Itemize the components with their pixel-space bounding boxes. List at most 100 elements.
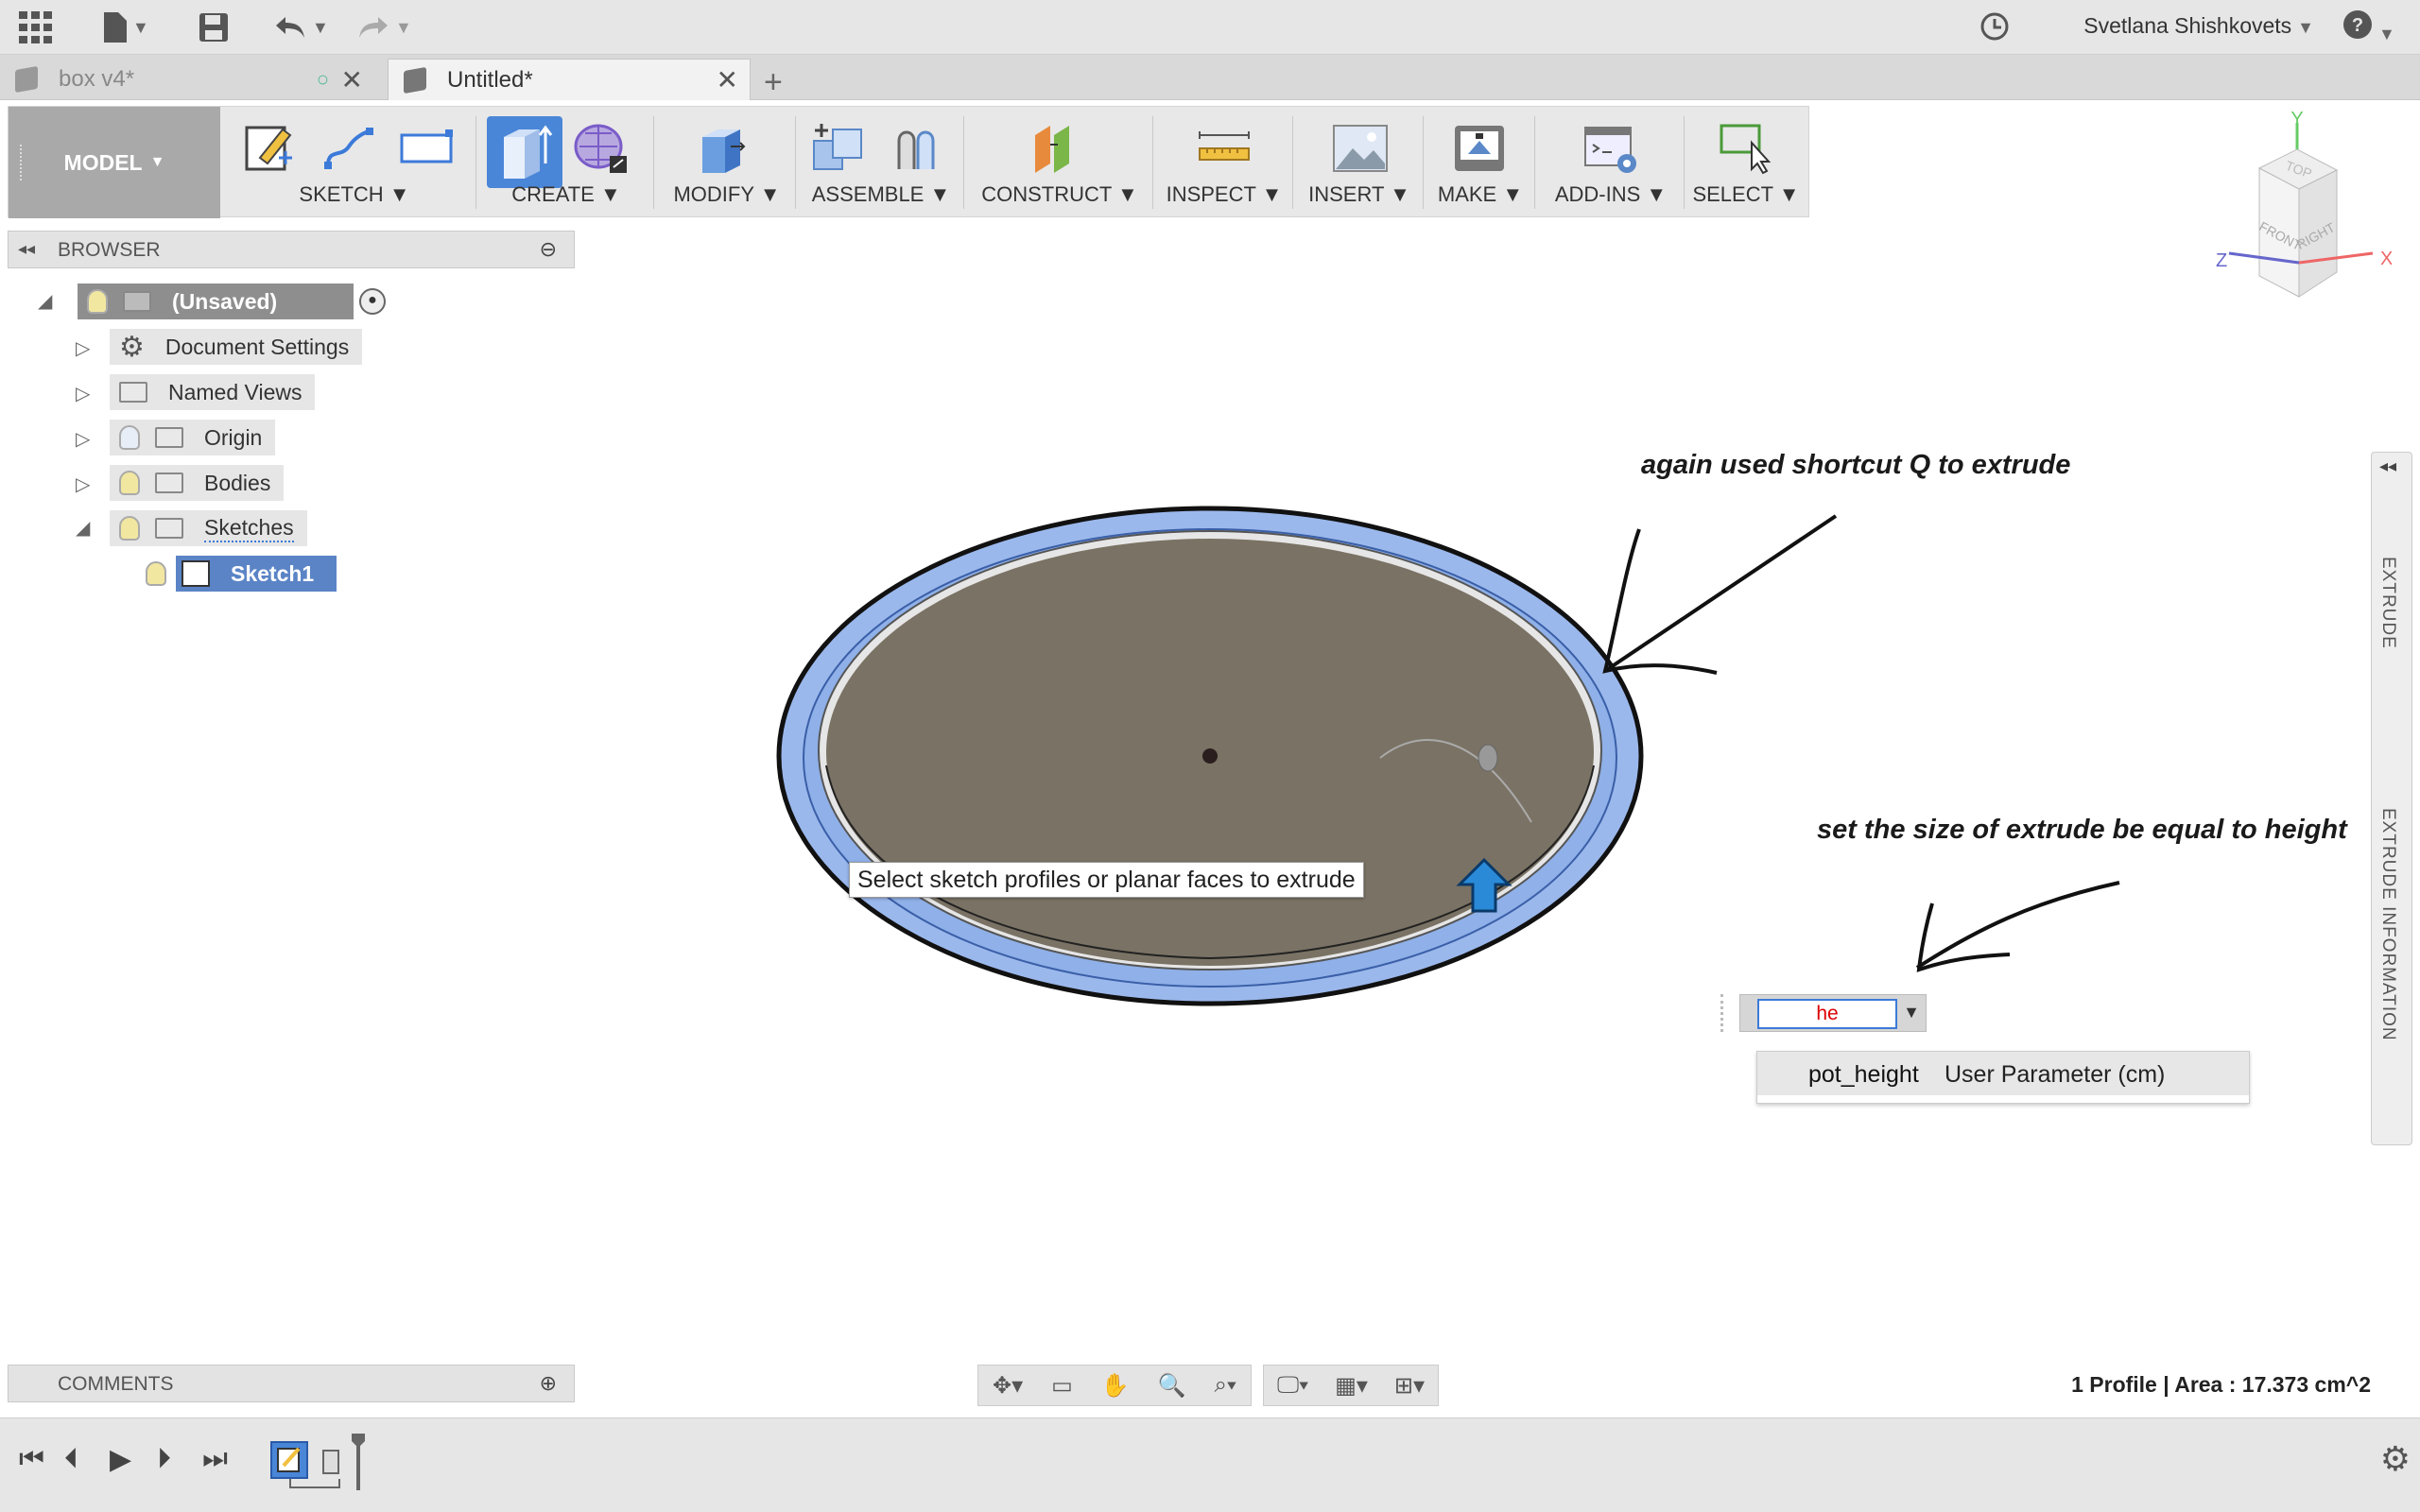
workspace-switcher[interactable]: MODEL ▼ [9, 107, 220, 218]
browser-header[interactable]: ◂◂ BROWSER ⊖ [8, 231, 575, 268]
active-radio-icon[interactable]: ● [359, 288, 386, 315]
timeline-extrude-feature[interactable] [320, 1441, 348, 1479]
insert-image-icon[interactable] [1332, 120, 1389, 177]
rectangle-icon[interactable] [398, 120, 455, 177]
step-back-icon[interactable]: ⏴ [64, 1443, 78, 1475]
assemble-group[interactable]: ASSEMBLE ▼ [801, 107, 961, 218]
tree-item-bodies[interactable]: ▷ Bodies [72, 465, 285, 501]
panel-label-extrude[interactable]: EXTRUDE [2377, 557, 2398, 649]
apps-grid-icon[interactable] [19, 9, 53, 45]
tree-item-origin[interactable]: ▷ Origin [72, 420, 276, 455]
tree-item-sketches[interactable]: ◢ Sketches [72, 510, 307, 546]
close-icon[interactable]: ✕ [717, 64, 738, 95]
close-icon[interactable]: ✕ [341, 64, 363, 95]
measure-icon[interactable] [1196, 120, 1253, 177]
grid-icon[interactable]: ▦▾ [1335, 1372, 1368, 1400]
visibility-bulb-icon[interactable] [119, 471, 140, 495]
play-icon[interactable]: ▶ [110, 1443, 131, 1476]
minimize-icon[interactable]: ⊖ [540, 237, 557, 262]
sketch-group[interactable]: SKETCH ▼ [232, 107, 477, 218]
look-at-icon[interactable]: ▭ [1051, 1372, 1073, 1400]
gear-icon: ⚙ [119, 331, 145, 363]
expand-panel-icon[interactable]: ◂◂ [2379, 456, 2396, 476]
construct-group[interactable]: CONSTRUCT ▼ [969, 107, 1150, 218]
step-forward-icon[interactable]: ⏵ [157, 1443, 171, 1475]
create-group[interactable]: CREATE ▼ [481, 107, 651, 218]
visibility-bulb-icon[interactable] [87, 289, 108, 314]
job-status-icon[interactable] [1979, 11, 2010, 49]
new-tab-button[interactable]: + [764, 64, 783, 101]
display-settings-icon[interactable]: 🖵▾ [1277, 1372, 1308, 1399]
make-group[interactable]: MAKE ▼ [1428, 107, 1532, 218]
tab-untitled[interactable]: Untitled* ✕ [388, 59, 751, 100]
expander-icon[interactable]: ▷ [76, 336, 90, 360]
undo-button[interactable]: ▼ [274, 9, 329, 45]
collapse-browser-icon[interactable]: ◂◂ [18, 239, 35, 259]
file-menu-button[interactable]: ▼ [102, 9, 149, 45]
selection-status: 1 Profile | Area : 17.373 cm^2 [2071, 1372, 2371, 1397]
add-comment-icon[interactable]: ⊕ [540, 1371, 557, 1396]
tree-root[interactable]: ◢ (Unsaved) ● [38, 284, 386, 319]
create-sketch-icon[interactable] [241, 120, 298, 177]
timeline-settings-gear-icon[interactable]: ⚙ [2380, 1439, 2411, 1479]
line-icon[interactable] [320, 120, 377, 177]
tree-item-named-views[interactable]: ▷ Named Views [72, 374, 316, 410]
zoom-icon[interactable]: 🔍 [1158, 1372, 1186, 1400]
comments-panel[interactable]: COMMENTS ⊕ [8, 1365, 575, 1402]
dropdown-caret-icon[interactable]: ▼ [1903, 1003, 1920, 1022]
3d-print-icon[interactable] [1451, 120, 1508, 177]
new-component-icon[interactable] [810, 120, 867, 177]
timeline-marker[interactable] [352, 1434, 365, 1490]
timeline-sketch-feature[interactable] [270, 1441, 308, 1479]
view-cube[interactable]: Y TOP FRONT RIGHT X Z [2203, 109, 2393, 301]
form-icon[interactable] [572, 120, 629, 177]
scripts-icon[interactable] [1583, 120, 1640, 177]
tree-label: Origin [204, 424, 263, 450]
extrude-arrow-icon[interactable] [1456, 856, 1512, 915]
expander-icon[interactable]: ◢ [38, 289, 52, 313]
expander-icon[interactable]: ▷ [76, 427, 90, 451]
help-icon[interactable]: ? ▼ [2342, 9, 2395, 47]
press-pull-icon[interactable] [693, 120, 750, 177]
fit-icon[interactable]: ⌕▾ [1214, 1372, 1236, 1399]
tab-box-v4[interactable]: box v4* ○ ✕ [0, 59, 374, 100]
distance-input[interactable] [1757, 999, 1897, 1029]
visibility-bulb-icon[interactable] [119, 516, 140, 541]
go-to-end-icon[interactable]: ⏭ [202, 1443, 228, 1475]
pan-icon[interactable]: ✋ [1101, 1372, 1130, 1400]
document-icon [15, 65, 38, 94]
modify-group[interactable]: MODIFY ▼ [661, 107, 793, 218]
viewports-icon[interactable]: ⊞▾ [1394, 1372, 1425, 1400]
manipulator-handle[interactable] [1478, 744, 1498, 772]
user-menu[interactable]: Svetlana Shishkovets ▼ [2083, 13, 2314, 39]
go-to-start-icon[interactable]: ⏮ [19, 1443, 44, 1475]
expander-icon[interactable]: ▷ [76, 472, 90, 496]
select-group[interactable]: SELECT ▼ [1689, 107, 1803, 218]
inspect-group[interactable]: INSPECT ▼ [1158, 107, 1290, 218]
extrude-side-panel[interactable]: ◂◂ EXTRUDE EXTRUDE INFORMATION [2371, 452, 2412, 1145]
tree-item-sketch1[interactable]: Sketch1 [146, 556, 337, 592]
visibility-bulb-icon[interactable] [146, 561, 166, 586]
document-icon [404, 66, 426, 94]
expander-icon[interactable]: ▷ [76, 382, 90, 405]
panel-label-extrude-information[interactable]: EXTRUDE INFORMATION [2377, 808, 2398, 1041]
select-label: SELECT [1692, 182, 1773, 206]
save-icon[interactable] [199, 9, 229, 45]
sketch-label: SKETCH [299, 182, 384, 206]
add-ins-group[interactable]: ADD-INS ▼ [1540, 107, 1682, 218]
expander-icon[interactable]: ◢ [76, 516, 90, 540]
add-ins-label: ADD-INS [1554, 182, 1641, 206]
redo-button[interactable]: ▼ [357, 9, 412, 45]
drag-handle[interactable] [1720, 994, 1723, 1032]
select-icon[interactable] [1718, 120, 1774, 177]
orbit-icon[interactable]: ✥▾ [993, 1372, 1023, 1400]
offset-plane-icon[interactable] [1028, 120, 1084, 177]
tree-item-document-settings[interactable]: ▷ ⚙ Document Settings [72, 329, 363, 365]
parameter-suggestion[interactable]: pot_height User Parameter (cm) [1756, 1051, 2250, 1104]
model-canvas[interactable] [756, 482, 1664, 1021]
insert-group[interactable]: INSERT ▼ [1298, 107, 1421, 218]
tab-label: box v4* [59, 66, 135, 92]
extrude-icon[interactable] [487, 116, 562, 188]
visibility-bulb-icon[interactable] [119, 425, 140, 450]
joint-icon[interactable] [888, 120, 944, 177]
